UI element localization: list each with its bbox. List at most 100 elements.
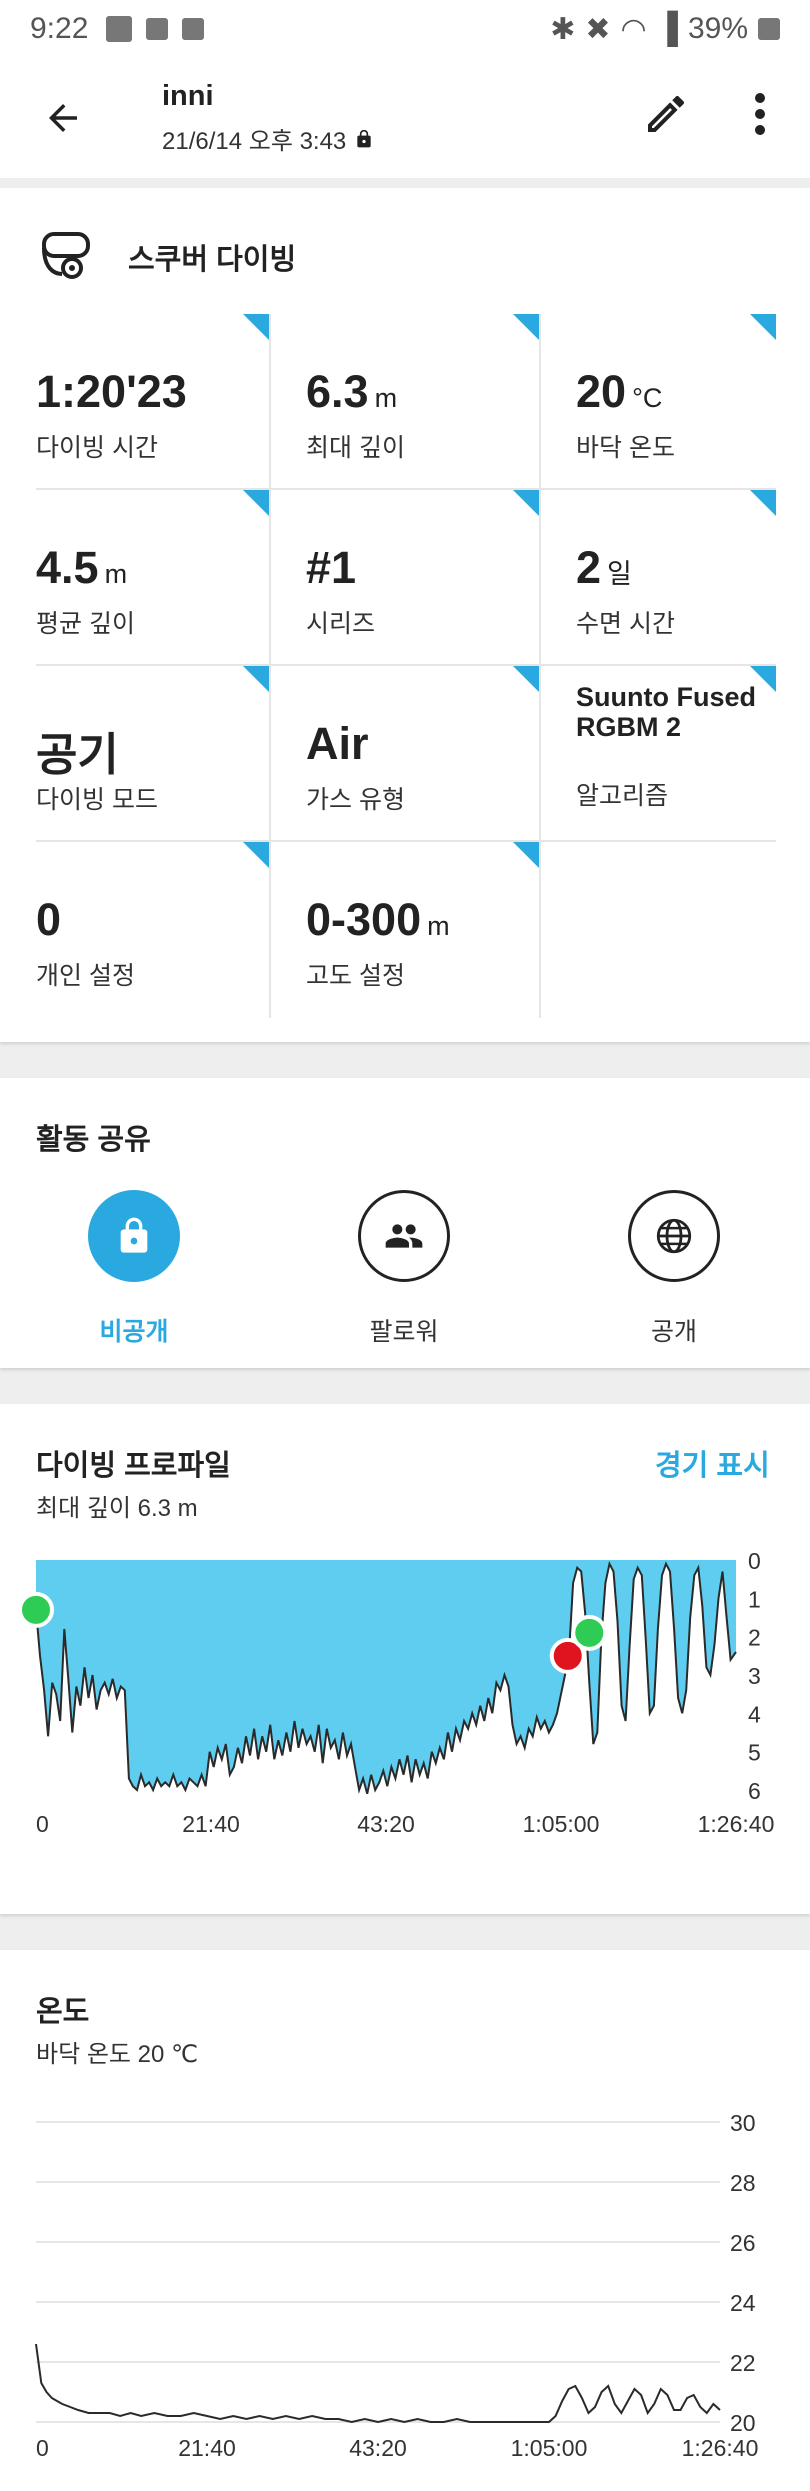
- stat-value: 6.3: [306, 366, 369, 417]
- stat-unit: m: [104, 559, 128, 589]
- stat-dive-mode[interactable]: 공기 다이빙 모드: [36, 666, 269, 842]
- mute-icon: ✖: [585, 12, 611, 46]
- stat-label: 개인 설정: [36, 962, 135, 990]
- x-tick-label: 21:40: [182, 1811, 240, 1837]
- y-tick-label: 24: [730, 2290, 756, 2316]
- summary-card: 스쿠버 다이빙 1:20'23 다이빙 시간 6.3 m 최대 깊이 20 °C 바…: [0, 188, 810, 1042]
- alarm-marker: [18, 1591, 54, 1628]
- app-bar: inni 21/6/14 오후 3:43: [0, 58, 810, 178]
- share-public-option[interactable]: 공개: [574, 1190, 774, 1348]
- signal-icon: ▐: [656, 12, 678, 45]
- lock-icon: [120, 1217, 148, 1253]
- x-tick-label: 0: [36, 2435, 49, 2461]
- battery-icon: [758, 18, 780, 40]
- stat-value: 1:20'23: [36, 366, 187, 417]
- bluetooth-icon: ✱: [550, 12, 576, 46]
- status-bar: 9:22 ✱ ✖ ◠ ▐ 39%: [0, 0, 810, 58]
- y-tick-label: 0: [748, 1548, 761, 1574]
- y-tick-label: 2: [748, 1625, 761, 1651]
- y-tick-label: 4: [748, 1701, 761, 1727]
- pencil-icon: [648, 95, 684, 132]
- temperature-chart[interactable]: 30 28 26 24 22 20 0 21:40 43:20 1:05:00 1:26:40: [0, 2090, 810, 2491]
- share-followers-option[interactable]: 팔로워: [304, 1190, 504, 1348]
- y-tick-label: 5: [748, 1740, 761, 1766]
- stat-unit: m: [427, 911, 450, 941]
- sharing-title: 활동 공유: [36, 1124, 151, 1156]
- profile-subtitle: 최대 깊이 6.3 m: [36, 1495, 198, 1522]
- stat-value: Suunto Fused RGBM 2: [576, 682, 756, 742]
- y-tick-label: 1: [748, 1586, 761, 1612]
- stat-value: Air: [306, 718, 369, 769]
- share-option-label: 공개: [650, 1318, 697, 1346]
- status-time: 9:22: [30, 12, 89, 45]
- x-tick-label: 43:20: [349, 2435, 407, 2461]
- sharing-card: 활동 공유 비공개 팔로워 공개: [0, 1078, 810, 1368]
- x-tick-label: 21:40: [178, 2435, 236, 2461]
- more-vert-icon: [755, 93, 765, 135]
- temperature-subtitle: 바닥 온도 20 ℃: [36, 2041, 198, 2068]
- activity-name: 스쿠버 다이빙: [128, 244, 297, 276]
- stat-value: 0: [36, 894, 62, 945]
- stat-personal-setting[interactable]: 0 개인 설정: [36, 842, 269, 1018]
- stat-altitude-setting[interactable]: 0-300 m 고도 설정: [306, 842, 539, 1018]
- alarm-marker: [571, 1614, 608, 1651]
- more-options-button[interactable]: [742, 84, 778, 144]
- stat-label: 최대 깊이: [306, 434, 405, 462]
- y-tick-label: 26: [730, 2230, 756, 2256]
- dive-profile-card: 다이빙 프로파일 경기 표시 최대 깊이 6.3 m 0 1 2 3 4 5 6 0 21:40…: [0, 1404, 810, 1914]
- voicemail-icon: [146, 18, 169, 40]
- share-private-option[interactable]: 비공개: [34, 1190, 234, 1348]
- stat-surface-time[interactable]: 2일 수면 시간: [576, 490, 776, 666]
- temperature-title: 온도: [36, 1996, 90, 2028]
- profile-title: 다이빙 프로파일: [36, 1450, 231, 1482]
- x-tick-label: 43:20: [357, 1811, 415, 1837]
- x-tick-label: 1:05:00: [523, 1811, 600, 1837]
- stat-unit: m: [374, 383, 398, 413]
- stat-unit: °C: [632, 383, 663, 413]
- y-tick-label: 22: [730, 2350, 756, 2376]
- y-tick-label: 20: [730, 2410, 756, 2436]
- stat-value: 공기: [36, 729, 119, 780]
- depth-area: [36, 1560, 736, 1794]
- stat-label: 평균 깊이: [36, 610, 135, 638]
- stat-label: 가스 유형: [306, 786, 405, 814]
- x-tick-label: 1:26:40: [698, 1811, 775, 1837]
- stat-label: 다이빙 시간: [36, 434, 158, 462]
- people-icon: [385, 1224, 423, 1248]
- sd-card-icon: [182, 18, 205, 40]
- stat-gas-type[interactable]: Air 가스 유형: [306, 666, 539, 842]
- scuba-mask-icon: [42, 232, 90, 279]
- stat-max-depth[interactable]: 6.3 m 최대 깊이: [306, 314, 539, 490]
- arrow-back-icon: [49, 104, 77, 132]
- back-button[interactable]: [32, 87, 94, 149]
- x-tick-label: 0: [36, 1811, 49, 1837]
- x-tick-label: 1:05:00: [511, 2435, 588, 2461]
- depth-chart[interactable]: 0 1 2 3 4 5 6 0 21:40 43:20 1:05:00 1:26:40: [0, 1544, 810, 1874]
- stat-bottom-temp[interactable]: 20 °C 바닥 온도: [576, 314, 776, 490]
- stat-value: #1: [306, 542, 357, 593]
- stat-unit: 일: [607, 559, 632, 589]
- stat-value: 4.5: [36, 542, 99, 593]
- show-alarms-link[interactable]: 경기 표시: [655, 1442, 770, 1484]
- stat-series[interactable]: #1 시리즈: [306, 490, 539, 666]
- edit-button[interactable]: [636, 84, 696, 144]
- battery-percent: 39%: [687, 12, 748, 45]
- wifi-icon: ◠: [620, 12, 647, 46]
- gallery-icon: [106, 16, 133, 42]
- stat-value: 0-300: [306, 894, 422, 945]
- stat-label: 알고리즘: [576, 782, 669, 810]
- stat-value: 2: [576, 542, 602, 593]
- stat-label: 다이빙 모드: [36, 786, 158, 814]
- stat-label: 수면 시간: [576, 610, 675, 638]
- stat-dive-time[interactable]: 1:20'23 다이빙 시간: [36, 314, 269, 490]
- y-tick-label: 6: [748, 1778, 761, 1804]
- stat-avg-depth[interactable]: 4.5 m 평균 깊이: [36, 490, 269, 666]
- user-name: inni: [162, 80, 214, 112]
- stat-algorithm[interactable]: Suunto Fused RGBM 2 알고리즘: [576, 666, 776, 842]
- stat-label: 바닥 온도: [576, 434, 675, 462]
- temperature-card: 온도 바닥 온도 20 ℃ 30 28 26 24 22 20 0 21:40 43:20 1:0…: [0, 1950, 810, 2491]
- stat-label: 고도 설정: [306, 962, 405, 990]
- lock-icon: [357, 129, 371, 147]
- temperature-line: [35, 2343, 721, 2424]
- stat-label: 시리즈: [306, 610, 376, 638]
